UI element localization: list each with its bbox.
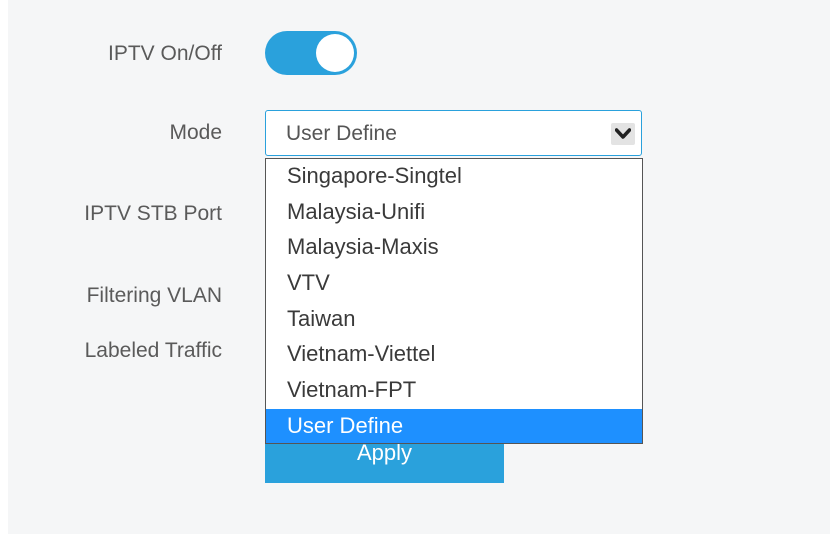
iptv-toggle-switch[interactable] [265, 31, 357, 75]
apply-button[interactable]: Apply [265, 444, 504, 483]
mode-label: Mode [169, 121, 222, 144]
stb-port-label: IPTV STB Port [84, 202, 222, 225]
mode-option[interactable]: Vietnam-FPT [266, 373, 642, 407]
mode-option[interactable]: VTV [266, 266, 642, 300]
filtering-vlan-label: Filtering VLAN [86, 284, 222, 307]
toggle-knob [316, 34, 354, 72]
labeled-traffic-label: Labeled Traffic [84, 339, 222, 362]
apply-button-label: Apply [356, 444, 413, 465]
mode-option[interactable]: User Define [266, 409, 642, 443]
iptv-toggle-label: IPTV On/Off [108, 42, 222, 65]
mode-option[interactable]: Malaysia-Maxis [266, 230, 642, 264]
mode-dropdown-list[interactable]: Singapore-Singtel Malaysia-Unifi Malaysi… [265, 158, 643, 444]
mode-select[interactable]: User Define [265, 110, 642, 156]
mode-option[interactable]: Singapore-Singtel [266, 159, 642, 193]
mode-option[interactable]: Malaysia-Unifi [266, 195, 642, 229]
mode-select-value: User Define [286, 122, 397, 145]
mode-option[interactable]: Vietnam-Viettel [266, 337, 642, 371]
mode-option[interactable]: Taiwan [266, 302, 642, 336]
chevron-down-icon[interactable] [611, 123, 635, 145]
